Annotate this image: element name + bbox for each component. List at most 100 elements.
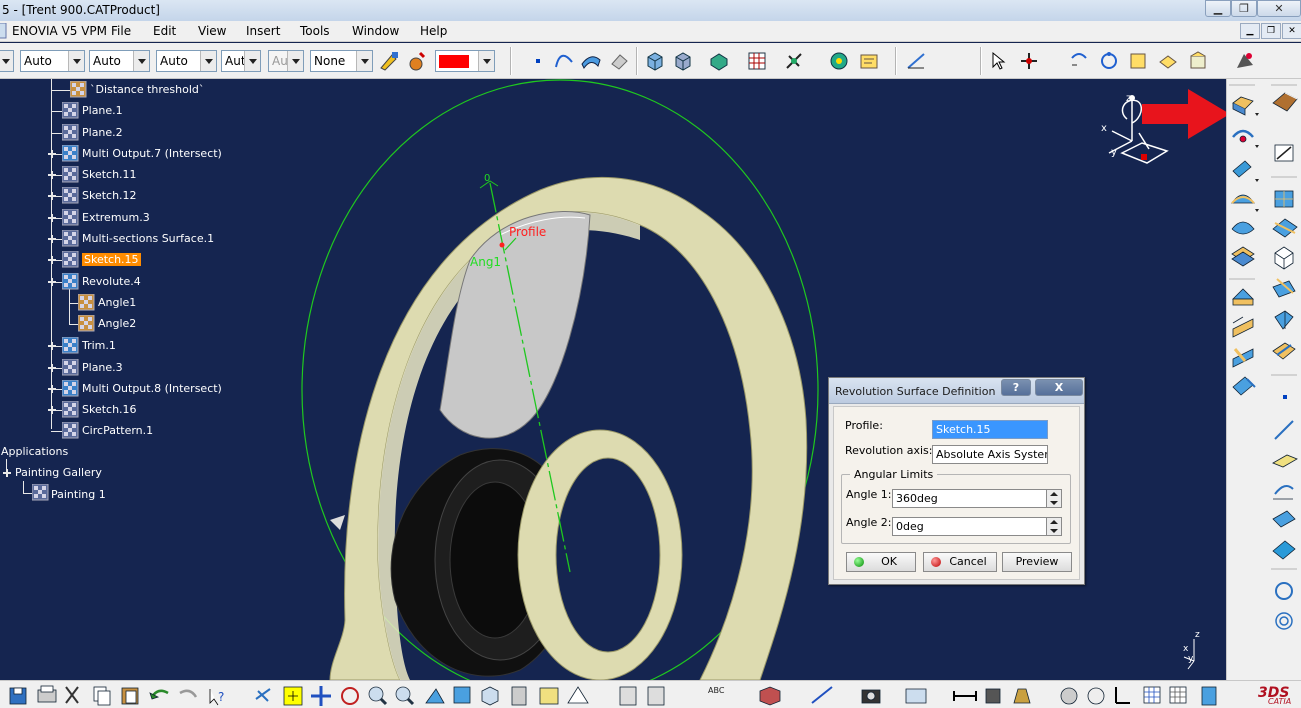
menu-enovia[interactable]: ENOVIA V5 VPM xyxy=(12,24,107,38)
fill-color-icon[interactable] xyxy=(406,50,428,72)
cube-tool-icon xyxy=(1274,246,1294,270)
compass-tool-icon[interactable] xyxy=(1018,50,1040,72)
angle-annotation[interactable]: Ang1 xyxy=(470,255,501,269)
tree-expander-applications[interactable] xyxy=(3,469,11,477)
select-icon[interactable] xyxy=(988,50,1010,72)
mdi-minimize-button[interactable]: ▁ xyxy=(1240,23,1260,39)
knowledge-icon[interactable] xyxy=(858,50,880,72)
tree-item-label: Plane.3 xyxy=(82,361,123,374)
revolution-axis-field[interactable]: Absolute Axis System xyxy=(932,445,1048,464)
tree-expander[interactable] xyxy=(48,364,56,372)
angle1-down-icon[interactable] xyxy=(1047,499,1061,507)
surface-icon[interactable] xyxy=(580,50,602,72)
render-style-combo[interactable]: None xyxy=(310,50,373,72)
title-bar: 5 - [Trent 900.CATProduct] ▁ ❐ ✕ xyxy=(0,0,1301,21)
constraint-icon[interactable] xyxy=(783,50,805,72)
catalog-icon[interactable] xyxy=(828,50,850,72)
plane-icon xyxy=(62,124,79,141)
swap-view-icon[interactable] xyxy=(1068,50,1090,72)
measure-tool-icon xyxy=(811,686,833,704)
close-button[interactable]: ✕ xyxy=(1257,0,1301,17)
tree-expander[interactable] xyxy=(48,150,56,158)
tree-painting-1[interactable]: Painting 1 xyxy=(51,488,106,501)
tree-expander[interactable] xyxy=(48,406,56,414)
multi-view-icon xyxy=(453,686,471,704)
analysis-icon[interactable] xyxy=(708,50,730,72)
ok-button[interactable]: OK xyxy=(846,552,916,572)
tree-item-label: Multi Output.8 (Intersect) xyxy=(82,382,222,395)
angle1-up-icon[interactable] xyxy=(1047,490,1061,498)
trim-icon xyxy=(1232,348,1254,368)
minimize-button[interactable]: ▁ xyxy=(1205,0,1231,17)
plane-icon xyxy=(62,359,79,376)
restore-button[interactable]: ❐ xyxy=(1231,0,1257,17)
zoom-out-icon xyxy=(395,686,411,702)
color-combo[interactable] xyxy=(435,50,495,72)
triad-y-label: y xyxy=(1188,654,1194,664)
compass-x-label: x xyxy=(1101,123,1107,134)
product-icon-1[interactable] xyxy=(1127,50,1149,72)
tree-item-label: Angle1 xyxy=(98,296,137,309)
hide-show-icon xyxy=(539,687,559,705)
tree-expander[interactable] xyxy=(48,235,56,243)
mdi-restore-button[interactable]: ❐ xyxy=(1261,23,1281,39)
profile-field[interactable]: Sketch.15 xyxy=(932,420,1048,439)
mdi-close-button[interactable]: ✕ xyxy=(1282,23,1301,39)
menu-edit[interactable]: Edit xyxy=(153,24,176,38)
menu-window[interactable]: Window xyxy=(352,24,399,38)
tree-expander[interactable] xyxy=(48,385,56,393)
tree-item-label: Trim.1 xyxy=(82,339,116,352)
grid-icon[interactable] xyxy=(746,50,768,72)
preview-button[interactable]: Preview xyxy=(1002,552,1072,572)
tree-expander[interactable] xyxy=(48,256,56,264)
menu-tools[interactable]: Tools xyxy=(300,24,330,38)
spiral-icon xyxy=(1275,612,1293,630)
param-icon xyxy=(78,294,95,311)
point-icon[interactable] xyxy=(527,50,549,72)
param-icon xyxy=(78,315,95,332)
product-icon-2[interactable] xyxy=(1157,50,1179,72)
tree-expander[interactable] xyxy=(48,342,56,350)
menu-help[interactable]: Help xyxy=(420,24,447,38)
hierarchy-icon[interactable] xyxy=(1098,50,1120,72)
menu-view[interactable]: View xyxy=(198,24,226,38)
painter-icon[interactable] xyxy=(378,50,400,72)
catia-logo-text: CATIA xyxy=(1268,697,1292,706)
tree-expander[interactable] xyxy=(48,192,56,200)
measure-icon[interactable] xyxy=(905,50,927,72)
menu-file[interactable]: File xyxy=(111,24,131,38)
cube-icon-1[interactable] xyxy=(644,50,666,72)
dialog-help-button[interactable]: ? xyxy=(1001,379,1031,396)
eraser-icon[interactable] xyxy=(608,50,630,72)
tree-applications[interactable]: Applications xyxy=(1,445,68,458)
cancel-button[interactable]: Cancel xyxy=(923,552,997,572)
thickness-combo[interactable]: Auto xyxy=(89,50,150,72)
product-icon-3[interactable] xyxy=(1187,50,1209,72)
angle2-spinner[interactable] xyxy=(1046,517,1062,536)
transparency-combo: Aut xyxy=(268,50,304,72)
dialog-close-button[interactable]: X xyxy=(1035,379,1083,396)
tree-expander[interactable] xyxy=(48,278,56,286)
tree-expander[interactable] xyxy=(48,171,56,179)
angle2-up-icon[interactable] xyxy=(1047,518,1061,526)
angle2-down-icon[interactable] xyxy=(1047,527,1061,535)
tree-expander[interactable] xyxy=(48,214,56,222)
app-menu-icon[interactable] xyxy=(0,23,8,39)
dimension-icon xyxy=(953,691,977,701)
cube-icon-2[interactable] xyxy=(672,50,694,72)
layer-combo[interactable] xyxy=(0,50,14,72)
right-toolbar-icons xyxy=(1229,84,1298,630)
workbench-icon[interactable] xyxy=(1234,50,1256,72)
linetype-combo[interactable]: Auto xyxy=(20,50,85,72)
spline-icon[interactable] xyxy=(553,50,575,72)
angle2-field[interactable]: 0deg xyxy=(892,517,1047,536)
point-symbol-combo[interactable]: Auto xyxy=(156,50,217,72)
sketch-icon xyxy=(62,251,79,268)
bottom-toolbar: ? ABC 3DS CATIA xyxy=(0,680,1301,708)
menu-insert[interactable]: Insert xyxy=(246,24,280,38)
angle1-spinner[interactable] xyxy=(1046,489,1062,508)
profile-annotation[interactable]: Profile xyxy=(509,225,546,239)
tree-painting-gallery[interactable]: Painting Gallery xyxy=(15,466,102,479)
angle1-field[interactable]: 360deg xyxy=(892,489,1047,508)
line-weight-combo[interactable]: Aut xyxy=(221,50,261,72)
